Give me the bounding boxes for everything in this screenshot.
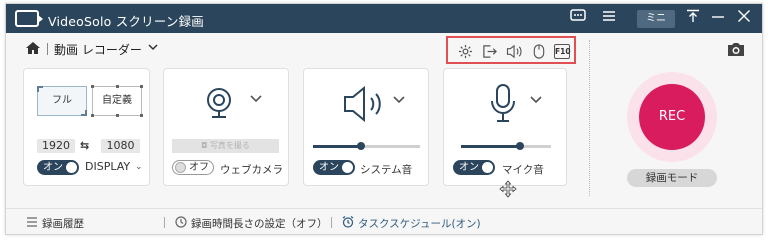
toggle-label: オン — [43, 162, 63, 173]
speaker-icon — [344, 85, 381, 123]
mic-volume-slider[interactable] — [461, 142, 551, 150]
webcam-source-label: ウェブカメラ — [220, 164, 283, 176]
move-cursor-icon — [499, 180, 517, 198]
minimize-icon[interactable] — [709, 9, 727, 28]
full-screen-label: フル — [52, 95, 72, 106]
divider — [331, 217, 332, 228]
custom-region-label: 自定義 — [102, 95, 132, 106]
volume-icon[interactable] — [506, 44, 524, 59]
system-audio-toggle[interactable]: オン — [313, 160, 355, 175]
chevron-down-icon[interactable] — [147, 41, 159, 56]
f10-hotkey-icon[interactable]: F10 — [554, 44, 571, 59]
webcam-panel: ◘ 写真を撮る オフ ウェブカメラ — [163, 68, 289, 186]
chevron-down-icon[interactable]: ⌄ — [135, 162, 143, 172]
home-icon[interactable] — [26, 42, 40, 54]
app-logo-icon — [15, 10, 43, 27]
rec-button[interactable]: REC — [639, 84, 705, 150]
toggle-label: オン — [459, 162, 479, 173]
slider-thumb[interactable] — [515, 142, 524, 150]
display-panel: フル 自定義 1920 ⇆ 1080 オン DISPLAY ⌄ — [23, 68, 150, 186]
mic-label: マイク音 — [502, 164, 544, 176]
chevron-down-icon[interactable] — [529, 93, 543, 109]
clock-icon — [175, 216, 187, 228]
display-toggle[interactable]: オン — [37, 160, 79, 175]
take-photo-label: 写真を撮る — [209, 141, 250, 150]
footer-bar: 録画履歴 録画時間長さの設定（オフ） タスクスケジュール(オン) — [6, 208, 762, 235]
webcam-toggle[interactable]: オフ — [172, 160, 214, 175]
divider — [589, 40, 590, 196]
chevron-down-icon[interactable] — [392, 93, 406, 109]
list-icon — [27, 217, 37, 227]
pin-icon[interactable] — [684, 9, 702, 28]
chevron-down-icon[interactable] — [249, 92, 263, 108]
sub-header: 動画 レコーダー — [6, 33, 762, 63]
system-audio-panel: オン システム音 — [303, 68, 429, 186]
divider — [164, 217, 165, 228]
alarm-clock-icon — [342, 216, 354, 228]
width-input[interactable]: 1920 — [37, 139, 75, 153]
app-title: VideoSolo スクリーン録画 — [48, 14, 204, 29]
display-source-label[interactable]: DISPLAY — [85, 160, 130, 173]
app-window: VideoSolo スクリーン録画 ミニ 動画 レコーダー F10 フル 自定義… — [5, 3, 763, 235]
feedback-icon[interactable] — [568, 9, 588, 28]
system-audio-label: システム音 — [360, 164, 413, 176]
recording-duration-link[interactable]: 録画時間長さの設定（オフ） — [191, 216, 328, 231]
toggle-label: オン — [319, 162, 339, 173]
height-input[interactable]: 1080 — [101, 139, 140, 153]
divider — [47, 43, 48, 55]
full-screen-button[interactable]: フル — [37, 86, 87, 116]
export-icon[interactable] — [482, 44, 497, 59]
slider-fill — [313, 145, 362, 148]
camera-icon: ◘ — [201, 141, 210, 150]
recorder-mode-label[interactable]: 動画 レコーダー — [54, 41, 142, 58]
mini-mode-button[interactable]: ミニ — [637, 10, 675, 28]
take-photo-button[interactable]: ◘ 写真を撮る — [172, 139, 279, 153]
link-icon[interactable]: ⇆ — [80, 139, 89, 152]
camera-snapshot-icon[interactable] — [726, 42, 746, 57]
system-volume-slider[interactable] — [313, 142, 420, 150]
toggle-label: オフ — [189, 162, 209, 173]
toolbar-icon-group: F10 — [446, 36, 576, 64]
custom-region-button[interactable]: 自定義 — [91, 85, 143, 117]
mic-toggle[interactable]: オン — [453, 160, 495, 175]
title-bar: VideoSolo スクリーン録画 ミニ — [6, 4, 762, 33]
task-schedule-link[interactable]: タスクスケジュール(オン) — [358, 216, 481, 231]
menu-icon[interactable] — [599, 9, 619, 28]
slider-thumb[interactable] — [357, 142, 366, 150]
recording-history-link[interactable]: 録画履歴 — [42, 216, 84, 231]
recording-mode-button[interactable]: 録画モード — [627, 169, 717, 187]
microphone-icon — [491, 84, 515, 122]
settings-icon[interactable] — [458, 44, 473, 59]
microphone-panel: オン マイク音 — [443, 68, 567, 186]
close-icon[interactable] — [735, 9, 753, 28]
mouse-icon[interactable] — [533, 44, 545, 59]
webcam-icon — [207, 88, 231, 118]
slider-fill — [461, 145, 520, 148]
